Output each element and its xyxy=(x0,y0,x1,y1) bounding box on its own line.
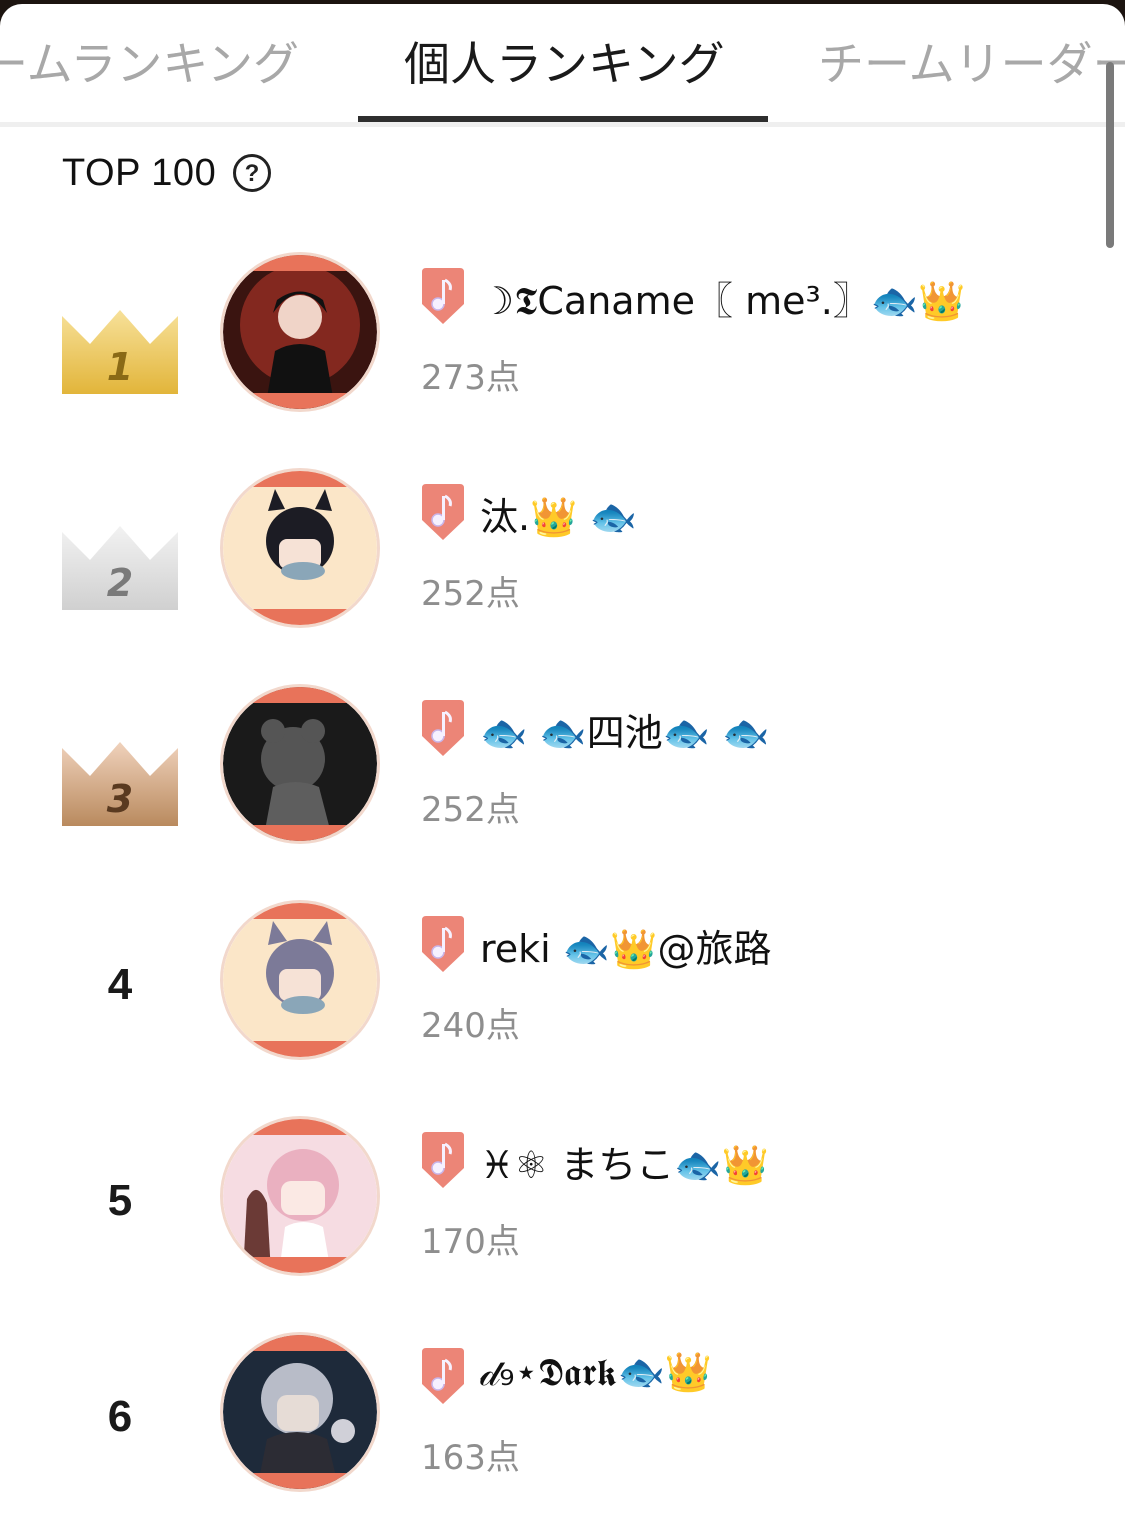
player-name: ☽𝕿Caname〖 me³.〗🐟👑 xyxy=(480,279,966,323)
ranking-row[interactable]: 1 ☽𝕿Caname〖 me³.〗🐟👑 273点 xyxy=(0,252,1125,452)
player-score: 273点 xyxy=(421,358,520,398)
scrollbar[interactable] xyxy=(1106,62,1114,248)
music-badge-icon xyxy=(422,268,464,324)
player-name: 汰.👑 🐟 xyxy=(480,495,637,539)
ranking-row[interactable]: 6 𝒹₉⋆𝕯𝖆𝖗𝖐🐟👑 163点 xyxy=(0,1332,1125,1520)
silver-crown-icon: 2 xyxy=(62,526,178,610)
rank-number-text: 1 xyxy=(107,345,133,389)
avatar[interactable] xyxy=(220,252,380,412)
player-score: 252点 xyxy=(421,574,520,614)
ranking-sheet: ームランキング 個人ランキング チームリーダー TOP 100 ? 1 ☽𝕿Ca… xyxy=(0,4,1125,1520)
question-circle-icon[interactable]: ? xyxy=(233,154,271,192)
avatar[interactable] xyxy=(220,684,380,844)
player-score: 240点 xyxy=(421,1006,520,1046)
player-name: ♓⚛ まちこ🐟👑 xyxy=(480,1143,769,1187)
ranking-row[interactable]: 3 🐟 🐟四池🐟 🐟 252点 xyxy=(0,684,1125,884)
music-badge-icon xyxy=(422,1348,464,1404)
tab-team-leader[interactable]: チームリーダー xyxy=(818,34,1125,94)
music-badge-icon xyxy=(422,916,464,972)
player-score: 170点 xyxy=(421,1222,520,1262)
bronze-crown-icon: 3 xyxy=(62,742,178,826)
avatar[interactable] xyxy=(220,468,380,628)
music-badge-icon xyxy=(422,700,464,756)
music-badge-icon xyxy=(422,1132,464,1188)
rank-number-text: 3 xyxy=(107,777,133,821)
ranking-row[interactable]: 5 ♓⚛ まちこ🐟👑 170点 xyxy=(0,1116,1125,1316)
player-score: 163点 xyxy=(421,1438,520,1478)
rank-number: 4 xyxy=(107,960,133,1009)
rank-number-text: 2 xyxy=(107,561,133,605)
tab-individual-ranking[interactable]: 個人ランキング xyxy=(404,34,725,94)
ranking-title: TOP 100 xyxy=(62,152,217,194)
tab-team-ranking[interactable]: ームランキング xyxy=(0,34,299,94)
player-name: 🐟 🐟四池🐟 🐟 xyxy=(480,711,770,755)
player-score: 252点 xyxy=(421,790,520,830)
gold-crown-icon: 1 xyxy=(62,310,178,394)
music-badge-icon xyxy=(422,484,464,540)
rank-number: 6 xyxy=(107,1392,133,1441)
tabs-divider xyxy=(0,122,1125,127)
ranking-row[interactable]: 4 reki 🐟👑@旅路 240点 xyxy=(0,900,1125,1100)
ranking-row[interactable]: 2 汰.👑 🐟 252点 xyxy=(0,468,1125,668)
ranking-tabs: ームランキング 個人ランキング チームリーダー xyxy=(0,4,1125,122)
player-name: reki 🐟👑@旅路 xyxy=(480,927,772,971)
player-name: 𝒹₉⋆𝕯𝖆𝖗𝖐🐟👑 xyxy=(480,1350,713,1394)
rank-number: 5 xyxy=(107,1176,133,1225)
avatar[interactable] xyxy=(220,900,380,1060)
avatar[interactable] xyxy=(220,1332,380,1492)
avatar[interactable] xyxy=(220,1116,380,1276)
